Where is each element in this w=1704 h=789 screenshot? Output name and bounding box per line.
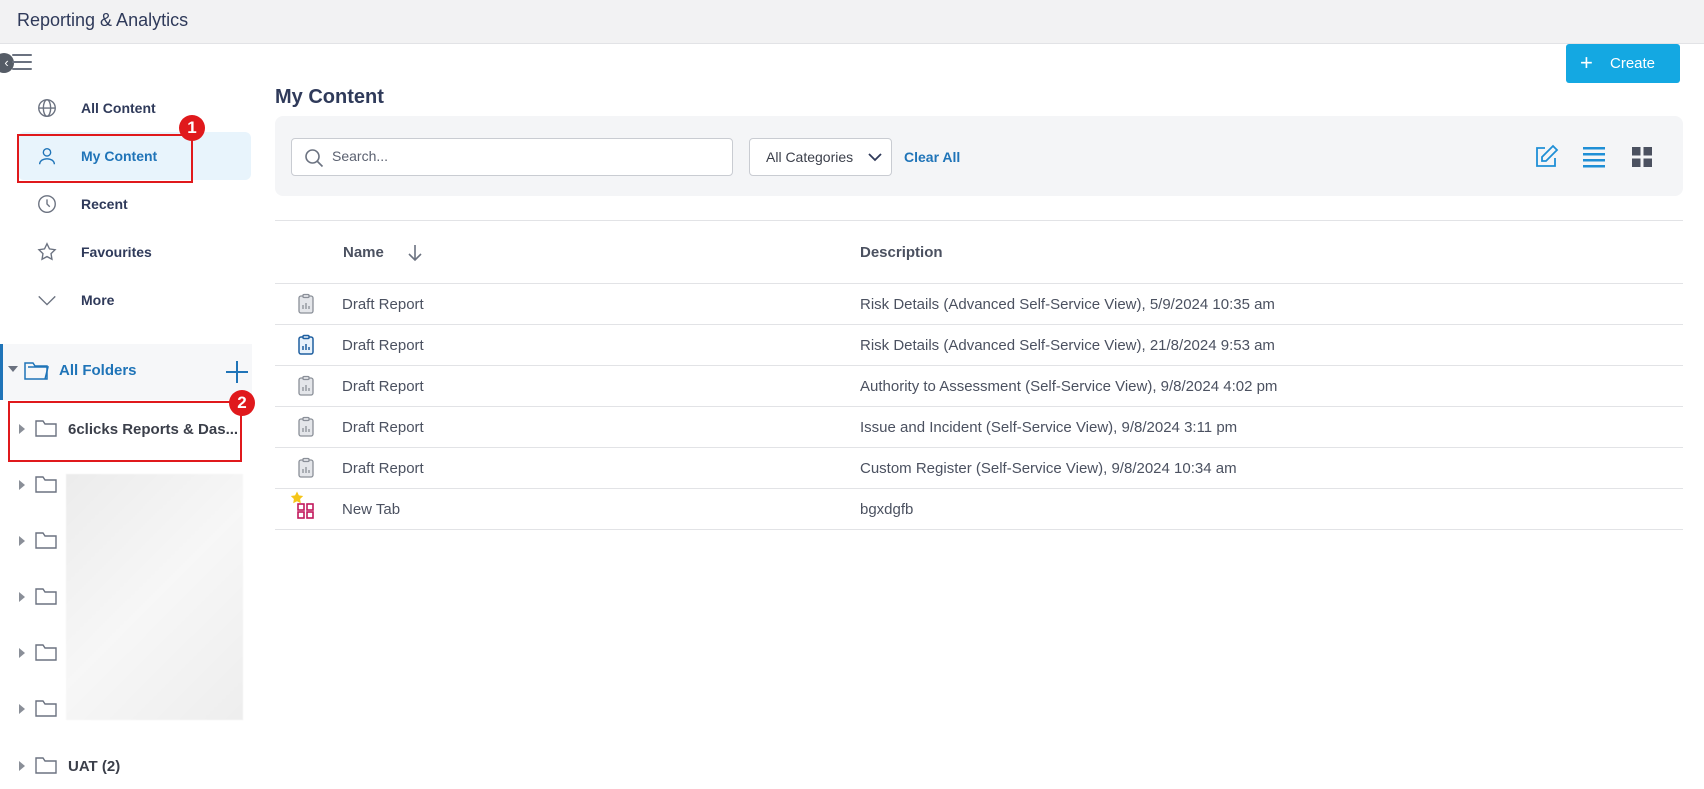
all-folders-label: All Folders [59,362,137,379]
folder-icon [35,757,57,774]
folder-icon [35,588,57,605]
search-input[interactable] [332,148,722,164]
sidebar-item-recent[interactable]: Recent [18,180,251,228]
report-icon [298,457,314,478]
table-row[interactable]: Draft Report Issue and Incident (Self-Se… [275,407,1683,448]
favourite-star-icon [290,491,304,504]
table-row[interactable]: New Tab bgxdgfb [275,489,1683,530]
search-icon [305,149,324,168]
row-name: Draft Report [342,460,424,477]
column-header-name[interactable]: Name [343,244,384,261]
redacted-folder-names [66,474,243,720]
report-icon [298,375,314,396]
row-name: Draft Report [342,419,424,436]
annotation-badge-2: 2 [229,390,255,416]
folder-icon [35,532,57,549]
sidebar-item-label: Recent [81,196,128,212]
folder-icon [35,700,57,717]
chevron-down-icon [38,295,56,306]
annotation-badge-1: 1 [179,115,205,141]
sidebar-item-favourites[interactable]: Favourites [18,228,251,276]
row-name: Draft Report [342,296,424,313]
folder-label: UAT (2) [68,758,121,775]
row-description: Custom Register (Self-Service View), 9/8… [860,460,1237,477]
row-description: Authority to Assessment (Self-Service Vi… [860,378,1278,395]
caret-down-icon[interactable] [8,366,18,372]
folder-row[interactable]: UAT (2) [0,747,252,787]
filter-bar: All Categories Clear All [275,116,1683,196]
search-box[interactable] [291,138,733,176]
folder-open-icon [24,362,49,380]
report-icon [298,334,314,355]
sidebar-item-label: Favourites [81,244,152,260]
row-name: New Tab [342,501,401,518]
caret-right-icon[interactable] [19,704,25,714]
table-row[interactable]: Draft Report Risk Details (Advanced Self… [275,284,1683,325]
row-name: Draft Report [342,378,424,395]
row-description: bgxdgfb [860,501,914,518]
caret-right-icon[interactable] [19,592,25,602]
sidebar-item-more[interactable]: More [18,276,251,324]
folder-icon [35,476,57,493]
all-folders-header[interactable]: All Folders [0,344,252,400]
caret-right-icon[interactable] [19,480,25,490]
annotation-box-1 [17,134,193,183]
caret-right-icon[interactable] [19,648,25,658]
table-row[interactable]: Draft Report Risk Details (Advanced Self… [275,325,1683,366]
caret-right-icon[interactable] [19,536,25,546]
create-button[interactable]: + Create [1566,44,1680,83]
row-description: Issue and Incident (Self-Service View), … [860,419,1238,436]
folder-icon [35,644,57,661]
list-view-icon[interactable] [1581,144,1607,170]
report-icon [298,293,314,314]
sidebar-item-label: More [81,292,115,308]
row-name: Draft Report [342,337,424,354]
report-icon [298,416,314,437]
sidebar-item-all-content[interactable]: All Content [18,84,251,132]
add-folder-button[interactable] [224,359,250,385]
sort-arrow-down-icon[interactable] [407,243,423,263]
hamburger-menu-icon[interactable] [12,54,32,72]
plus-icon: + [1580,50,1593,75]
table-row[interactable]: Draft Report Authority to Assessment (Se… [275,366,1683,407]
top-bar: Reporting & Analytics [0,0,1704,44]
annotation-box-2 [8,401,242,462]
caret-right-icon[interactable] [19,761,25,771]
category-selected: All Categories [766,149,854,165]
app-title: Reporting & Analytics [17,10,189,30]
star-icon [37,242,57,261]
category-select[interactable]: All Categories [749,138,892,176]
column-header-description[interactable]: Description [860,244,943,261]
edit-icon[interactable] [1533,144,1559,170]
chevron-down-icon [868,153,882,162]
clear-all-link[interactable]: Clear All [904,149,960,165]
create-label: Create [1610,55,1656,72]
clock-icon [38,195,56,213]
table-header: Name Description [275,220,1683,284]
page-title: My Content [275,86,384,108]
table-row[interactable]: Draft Report Custom Register (Self-Servi… [275,448,1683,489]
row-description: Risk Details (Advanced Self-Service View… [860,296,1275,313]
globe-icon [38,99,56,117]
sidebar-item-label: All Content [81,100,156,116]
grid-view-icon[interactable] [1629,144,1655,170]
row-description: Risk Details (Advanced Self-Service View… [860,337,1275,354]
